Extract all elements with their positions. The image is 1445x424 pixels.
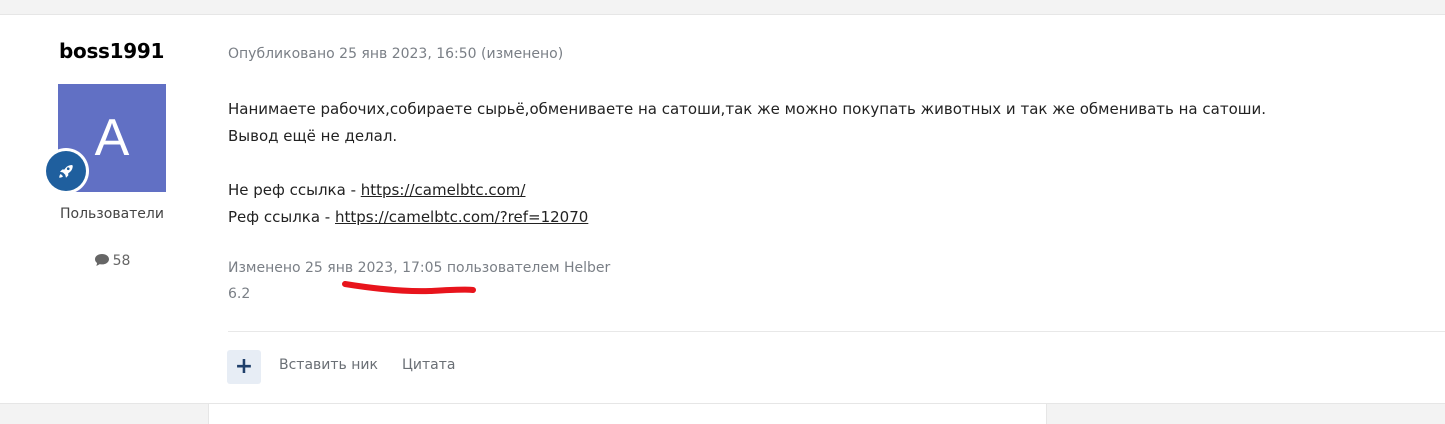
- divider: [228, 331, 1445, 332]
- post-count[interactable]: 58: [0, 253, 224, 269]
- ref-link[interactable]: https://camelbtc.com/?ref=12070: [335, 208, 588, 226]
- post-line: Вывод ещё не делал.: [228, 127, 398, 145]
- forum-post: boss1991 A Пользователи 58 Опубликовано …: [0, 14, 1445, 404]
- ref-label: Реф ссылка -: [228, 208, 335, 226]
- post-count-value: 58: [112, 253, 131, 269]
- nonref-line: Не реф ссылка - https://camelbtc.com/: [228, 177, 1408, 204]
- comment-icon: [94, 254, 109, 266]
- nonref-link[interactable]: https://camelbtc.com/: [361, 181, 526, 199]
- author-name[interactable]: boss1991: [59, 39, 164, 63]
- rocket-icon: [59, 165, 73, 178]
- nonref-label: Не реф ссылка -: [228, 181, 361, 199]
- multiquote-plus-button[interactable]: +: [227, 350, 261, 384]
- next-post-edge: [208, 404, 1047, 424]
- post-body: Нанимаете рабочих,собираете сырьё,обмени…: [228, 96, 1408, 231]
- post-meta: Опубликовано 25 янв 2023, 16:50 (изменен…: [228, 46, 564, 62]
- quote-button[interactable]: Цитата: [402, 357, 455, 373]
- rank-badge: [43, 148, 89, 194]
- red-underline-mark: [342, 281, 476, 295]
- edited-note: Изменено 25 янв 2023, 17:05 пользователе…: [228, 260, 611, 276]
- mention-button[interactable]: Вставить ник: [279, 357, 378, 373]
- ref-line: Реф ссылка - https://camelbtc.com/?ref=1…: [228, 204, 1408, 231]
- post-line: Нанимаете рабочих,собираете сырьё,обмени…: [228, 100, 1266, 118]
- user-group-label: Пользователи: [60, 206, 164, 222]
- signature: 6.2: [228, 286, 251, 302]
